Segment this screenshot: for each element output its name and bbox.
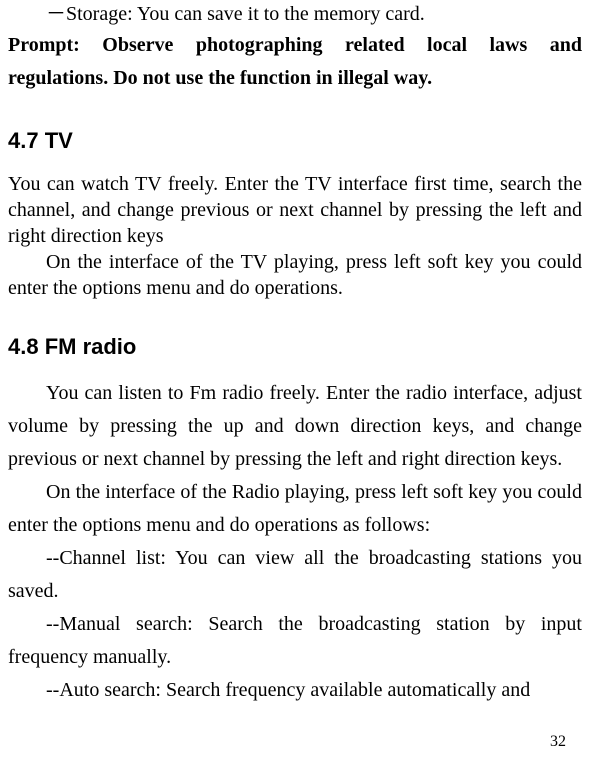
fm-paragraph-5: --Auto search: Search frequency availabl… — [8, 674, 582, 707]
fm-paragraph-2: On the interface of the Radio playing, p… — [8, 476, 582, 542]
section-heading-tv: 4.7 TV — [8, 125, 582, 157]
fm-paragraph-3: --Channel list: You can view all the bro… — [8, 542, 582, 608]
page-number: 32 — [550, 733, 566, 751]
tv-paragraph-1: You can watch TV freely. Enter the TV in… — [8, 171, 582, 249]
section-heading-fm: 4.8 FM radio — [8, 331, 582, 363]
dash-icon: － — [46, 3, 66, 25]
storage-text: Storage: You can save it to the memory c… — [66, 3, 425, 25]
storage-bullet: －Storage: You can save it to the memory … — [8, 0, 582, 29]
fm-paragraph-1: You can listen to Fm radio freely. Enter… — [8, 377, 582, 476]
fm-paragraph-4: --Manual search: Search the broadcasting… — [8, 608, 582, 674]
prompt-text: Prompt: Observe photographing related lo… — [8, 29, 582, 95]
tv-paragraph-2: On the interface of the TV playing, pres… — [8, 249, 582, 301]
